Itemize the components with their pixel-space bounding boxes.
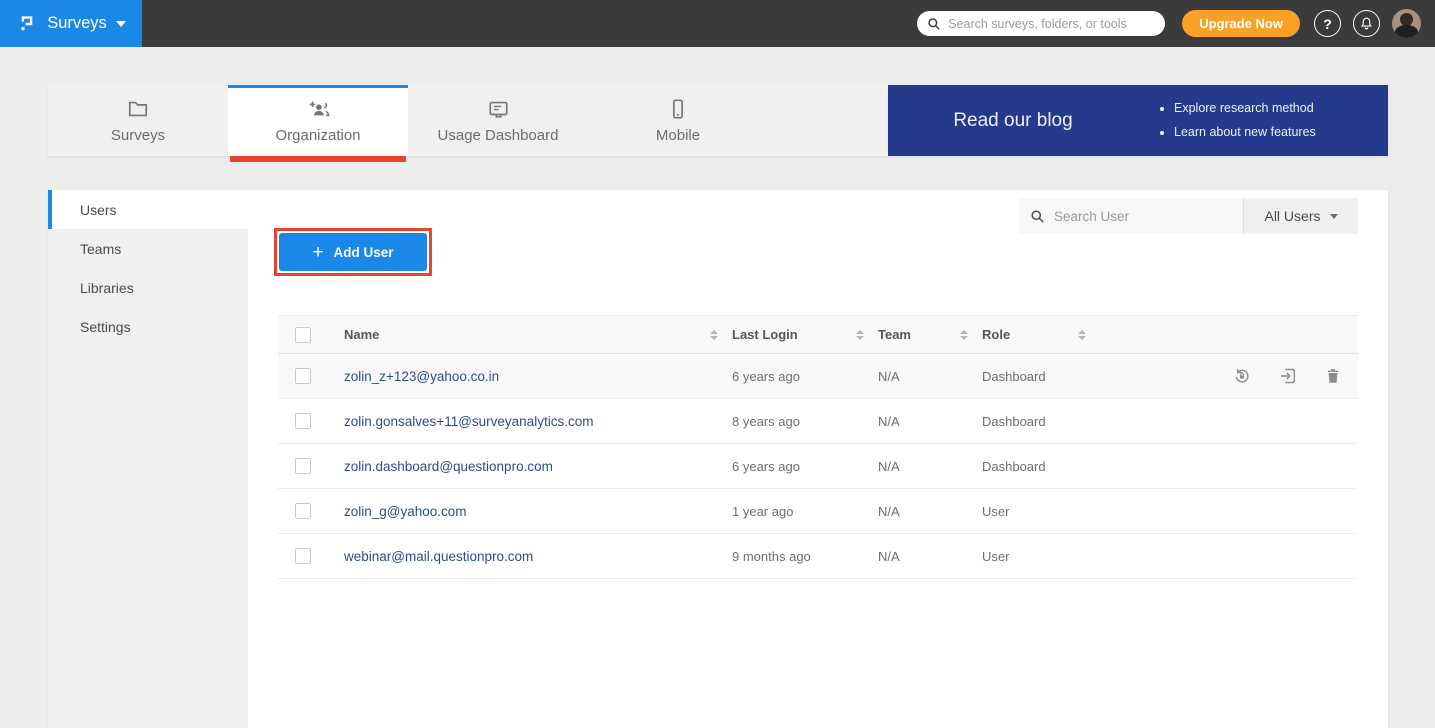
row-checkbox[interactable] — [295, 413, 311, 429]
topbar: Surveys Upgrade Now ? — [0, 0, 1435, 47]
row-checkbox[interactable] — [295, 368, 311, 384]
row-checkbox[interactable] — [295, 503, 311, 519]
search-icon — [1030, 209, 1045, 224]
tab-label: Surveys — [111, 127, 165, 144]
column-header-team[interactable]: Team — [878, 327, 982, 342]
sidebar-item-teams[interactable]: Teams — [48, 229, 248, 268]
trash-icon[interactable] — [1324, 366, 1342, 386]
user-name-link[interactable]: zolin.gonsalves+11@surveyanalytics.com — [344, 414, 732, 429]
help-button[interactable]: ? — [1314, 10, 1341, 37]
add-user-button[interactable]: + Add User — [279, 233, 427, 271]
add-user-annotation-box: + Add User — [274, 228, 432, 276]
last-login-value: 1 year ago — [732, 504, 878, 519]
users-table: Name Last Login Team Role — [278, 315, 1358, 579]
organization-tab-annotation — [230, 156, 406, 162]
column-header-name[interactable]: Name — [344, 327, 732, 342]
table-header-row: Name Last Login Team Role — [278, 315, 1358, 354]
tab-usage-dashboard[interactable]: Usage Dashboard — [408, 85, 588, 156]
add-user-label: Add User — [334, 245, 394, 260]
folder-icon — [126, 98, 150, 120]
team-value: N/A — [878, 504, 982, 519]
user-avatar[interactable] — [1392, 9, 1421, 38]
upgrade-now-button[interactable]: Upgrade Now — [1182, 10, 1300, 37]
mobile-icon — [667, 98, 689, 120]
user-filter-dropdown[interactable]: All Users — [1243, 198, 1358, 234]
sign-in-as-icon[interactable] — [1278, 366, 1298, 386]
table-row: zolin_z+123@yahoo.co.in 6 years ago N/A … — [278, 354, 1358, 399]
column-header-last-login[interactable]: Last Login — [732, 327, 878, 342]
last-login-value: 6 years ago — [732, 459, 878, 474]
filter-value: All Users — [1264, 208, 1320, 224]
sort-icon[interactable] — [960, 330, 968, 340]
add-team-icon — [305, 98, 331, 120]
team-value: N/A — [878, 369, 982, 384]
sidebar-item-users[interactable]: Users — [48, 190, 248, 229]
global-search[interactable] — [917, 11, 1165, 36]
user-name-link[interactable]: zolin_z+123@yahoo.co.in — [344, 369, 732, 384]
last-login-value: 8 years ago — [732, 414, 878, 429]
team-value: N/A — [878, 414, 982, 429]
sidebar-item-settings[interactable]: Settings — [48, 307, 248, 346]
sort-icon[interactable] — [856, 330, 864, 340]
column-header-role[interactable]: Role — [982, 327, 1100, 342]
blog-bullet: Explore research method — [1174, 97, 1316, 121]
role-value: Dashboard — [982, 369, 1100, 384]
tab-label: Usage Dashboard — [438, 127, 559, 144]
caret-down-icon — [116, 21, 126, 27]
role-value: Dashboard — [982, 414, 1100, 429]
tab-mobile[interactable]: Mobile — [588, 85, 768, 156]
module-tabs: Surveys Organization Usage Dashboard Mob… — [48, 85, 1388, 156]
organization-panel: Users Teams Libraries Settings All Users… — [48, 190, 1388, 728]
user-name-link[interactable]: zolin.dashboard@questionpro.com — [344, 459, 732, 474]
global-search-input[interactable] — [948, 17, 1155, 31]
row-actions — [1100, 366, 1358, 386]
sidebar-item-libraries[interactable]: Libraries — [48, 268, 248, 307]
notifications-button[interactable] — [1353, 10, 1380, 37]
table-row: zolin_g@yahoo.com 1 year ago N/A User — [278, 489, 1358, 534]
last-login-value: 6 years ago — [732, 369, 878, 384]
organization-sidebar: Users Teams Libraries Settings — [48, 190, 248, 728]
sort-icon[interactable] — [710, 330, 718, 340]
blog-bullet-list: Explore research method Learn about new … — [1138, 97, 1316, 145]
blog-title: Read our blog — [888, 110, 1138, 132]
reset-password-icon[interactable] — [1232, 366, 1252, 386]
tab-label: Mobile — [656, 127, 700, 144]
caret-down-icon — [1330, 214, 1338, 219]
tab-label: Organization — [275, 127, 360, 144]
row-checkbox[interactable] — [295, 458, 311, 474]
user-search[interactable] — [1018, 198, 1243, 234]
sort-icon[interactable] — [1078, 330, 1086, 340]
role-value: Dashboard — [982, 459, 1100, 474]
plus-icon: + — [312, 243, 323, 262]
blog-bullet: Learn about new features — [1174, 121, 1316, 145]
select-all-cell — [278, 327, 344, 343]
role-value: User — [982, 504, 1100, 519]
row-checkbox[interactable] — [295, 548, 311, 564]
product-switcher[interactable]: Surveys — [0, 0, 142, 47]
product-label: Surveys — [47, 14, 107, 33]
search-icon — [927, 17, 941, 31]
table-row: zolin.gonsalves+11@surveyanalytics.com 8… — [278, 399, 1358, 444]
table-row: webinar@mail.questionpro.com 9 months ag… — [278, 534, 1358, 579]
questionpro-logo-icon — [16, 13, 38, 35]
table-row: zolin.dashboard@questionpro.com 6 years … — [278, 444, 1358, 489]
help-icon: ? — [1323, 16, 1332, 32]
team-value: N/A — [878, 549, 982, 564]
dashboard-icon — [486, 98, 511, 120]
role-value: User — [982, 549, 1100, 564]
users-content: All Users + Add User Name Last — [248, 190, 1388, 728]
blog-promo-panel[interactable]: Read our blog Explore research method Le… — [888, 85, 1388, 156]
tab-surveys[interactable]: Surveys — [48, 85, 228, 156]
last-login-value: 9 months ago — [732, 549, 878, 564]
select-all-checkbox[interactable] — [295, 327, 311, 343]
bell-icon — [1359, 16, 1374, 31]
user-search-input[interactable] — [1054, 209, 1231, 224]
team-value: N/A — [878, 459, 982, 474]
user-filter-bar: All Users — [1018, 198, 1358, 234]
user-name-link[interactable]: zolin_g@yahoo.com — [344, 504, 732, 519]
user-name-link[interactable]: webinar@mail.questionpro.com — [344, 549, 732, 564]
tab-organization[interactable]: Organization — [228, 85, 408, 156]
